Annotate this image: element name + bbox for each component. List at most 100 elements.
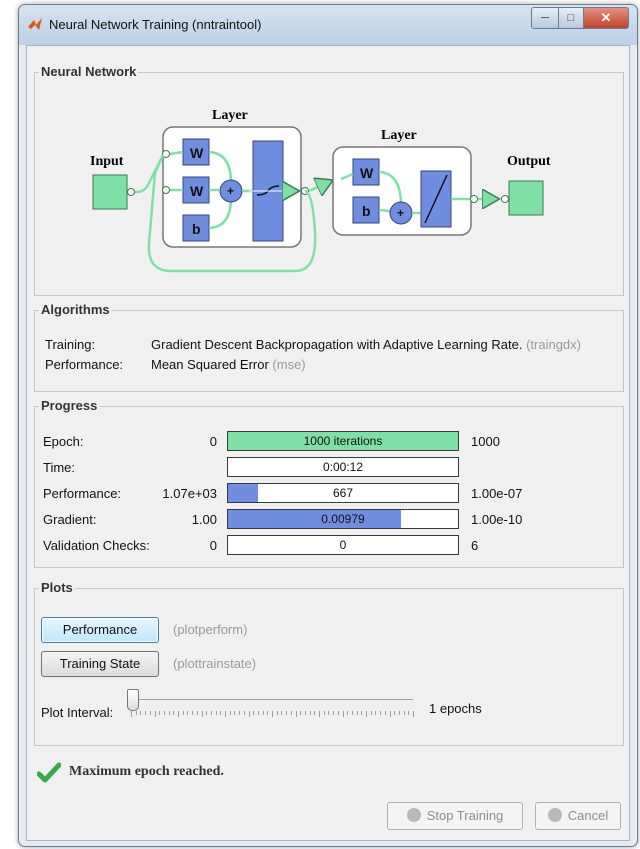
slider-tick [384,711,386,715]
slider-thumb[interactable] [127,689,139,711]
slider-tick [234,711,236,715]
training-state-plot-hint: (plottrainstate) [173,656,257,671]
slider-tick [295,711,297,717]
layer1-weight-top-label: W [190,145,204,161]
layer1-junction-mid [162,186,170,194]
performance-code: (mse) [272,357,306,372]
progress-end-value: 1.00e-10 [471,512,523,527]
slider-tick [192,711,194,715]
slider-tick [281,711,283,715]
slider-tick [408,711,410,715]
input-junction [127,188,135,196]
training-key: Training: [45,337,96,352]
minimize-button[interactable]: ─ [531,7,559,29]
slider-tick [253,711,255,715]
stop-training-label: Stop Training [426,808,504,823]
progress-bar: 0 [227,535,459,555]
cancel-icon [547,808,562,822]
slider-tick [403,711,405,715]
slider-tick [398,711,400,715]
layer2-weight-label: W [360,165,374,181]
slider-tick [262,711,264,715]
close-button[interactable]: ✕ [584,7,629,29]
slider-tick [215,711,217,715]
layer2-label: Layer [381,128,417,143]
slider-tick [159,711,161,715]
matlab-logo-icon [28,18,42,30]
stop-training-button[interactable]: Stop Training [387,802,523,830]
layer1-sum-symbol: + [227,184,234,198]
slider-tick [225,711,226,717]
progress-bar-text: 0.00979 [321,512,365,526]
layer2-sum-symbol: + [397,206,404,220]
layer1-weight-mid-label: W [190,183,204,199]
title-bar[interactable]: Neural Network Training (nntraintool) ─ … [19,5,637,45]
slider-tick [131,711,132,717]
slider-tick [243,711,245,715]
maximize-button[interactable]: □ [559,7,584,29]
slider-tick [304,711,306,715]
slider-tick [168,711,170,715]
slider-tick [380,711,382,715]
slider-tick [182,711,184,715]
slider-tick [272,711,273,717]
progress-label: Gradient: [43,512,97,527]
slider-tick [300,711,302,715]
performance-plot-hint: (plotperform) [173,622,248,637]
slider-tick [276,711,278,715]
progress-bar-text: 0:00:12 [322,460,364,474]
progress-bar: 0.00979 [227,509,459,529]
progress-label: Epoch: [43,434,84,449]
slider-tick [140,711,142,715]
slider-tick [389,711,391,717]
slider-tick [229,711,231,715]
progress-label: Validation Checks: [43,538,150,553]
close-icon: ✕ [600,10,612,25]
progress-label: Performance: [43,486,122,501]
output-label: Output [507,154,551,169]
window-controls: ─ □ ✕ [531,7,629,29]
cancel-button[interactable]: Cancel [535,802,621,830]
progress-label: Time: [43,460,76,475]
performance-plot-button[interactable]: Performance [41,617,159,643]
progress-section-label: Progress [39,398,100,413]
slider-tick [319,711,320,717]
slider-tick [154,711,156,717]
slider-tick [248,711,250,717]
progress-section: Progress Epoch: 0 1000 iterations 1000 Time:… [34,398,624,568]
progress-bar: 0:00:12 [227,457,459,477]
layer2-bias-label: b [362,203,371,219]
plot-interval-slider[interactable] [127,689,417,723]
layer2-output-junction [470,195,478,203]
slider-tick [135,711,137,715]
window-title: Neural Network Training (nntraintool) [49,17,262,32]
progress-start-value: 0 [209,434,217,449]
progress-end-value: 1.00e-07 [471,486,523,501]
slider-tick [173,711,175,715]
performance-value-wrap: Mean Squared Error (mse) [151,357,306,372]
training-state-plot-button[interactable]: Training State [41,651,159,677]
slider-tick [257,711,259,715]
maximize-icon: □ [567,12,575,24]
algorithms-section-label: Algorithms [39,302,112,317]
slider-tick [375,711,377,715]
slider-tick [333,711,335,715]
progress-start-value: 1.07e+03 [162,486,217,501]
slider-tick [323,711,325,715]
checkmark-icon [37,762,61,783]
stop-icon [406,808,421,822]
training-value-wrap: Gradient Descent Backpropagation with Ad… [151,337,581,352]
slider-tick [413,711,414,717]
slider-tick [347,711,349,715]
slider-tick [210,711,212,715]
input-node [92,174,128,210]
slider-tick [342,711,344,717]
slider-tick [328,711,330,715]
slider-tick [337,711,339,715]
layer1-label: Layer [212,108,248,123]
status-message: Maximum epoch reached. [69,764,224,779]
input-connection [127,154,165,194]
content-area: Neural Network Input Layer W W b + Layer… [26,45,630,841]
output-junction [501,195,509,203]
output-node [508,180,544,216]
